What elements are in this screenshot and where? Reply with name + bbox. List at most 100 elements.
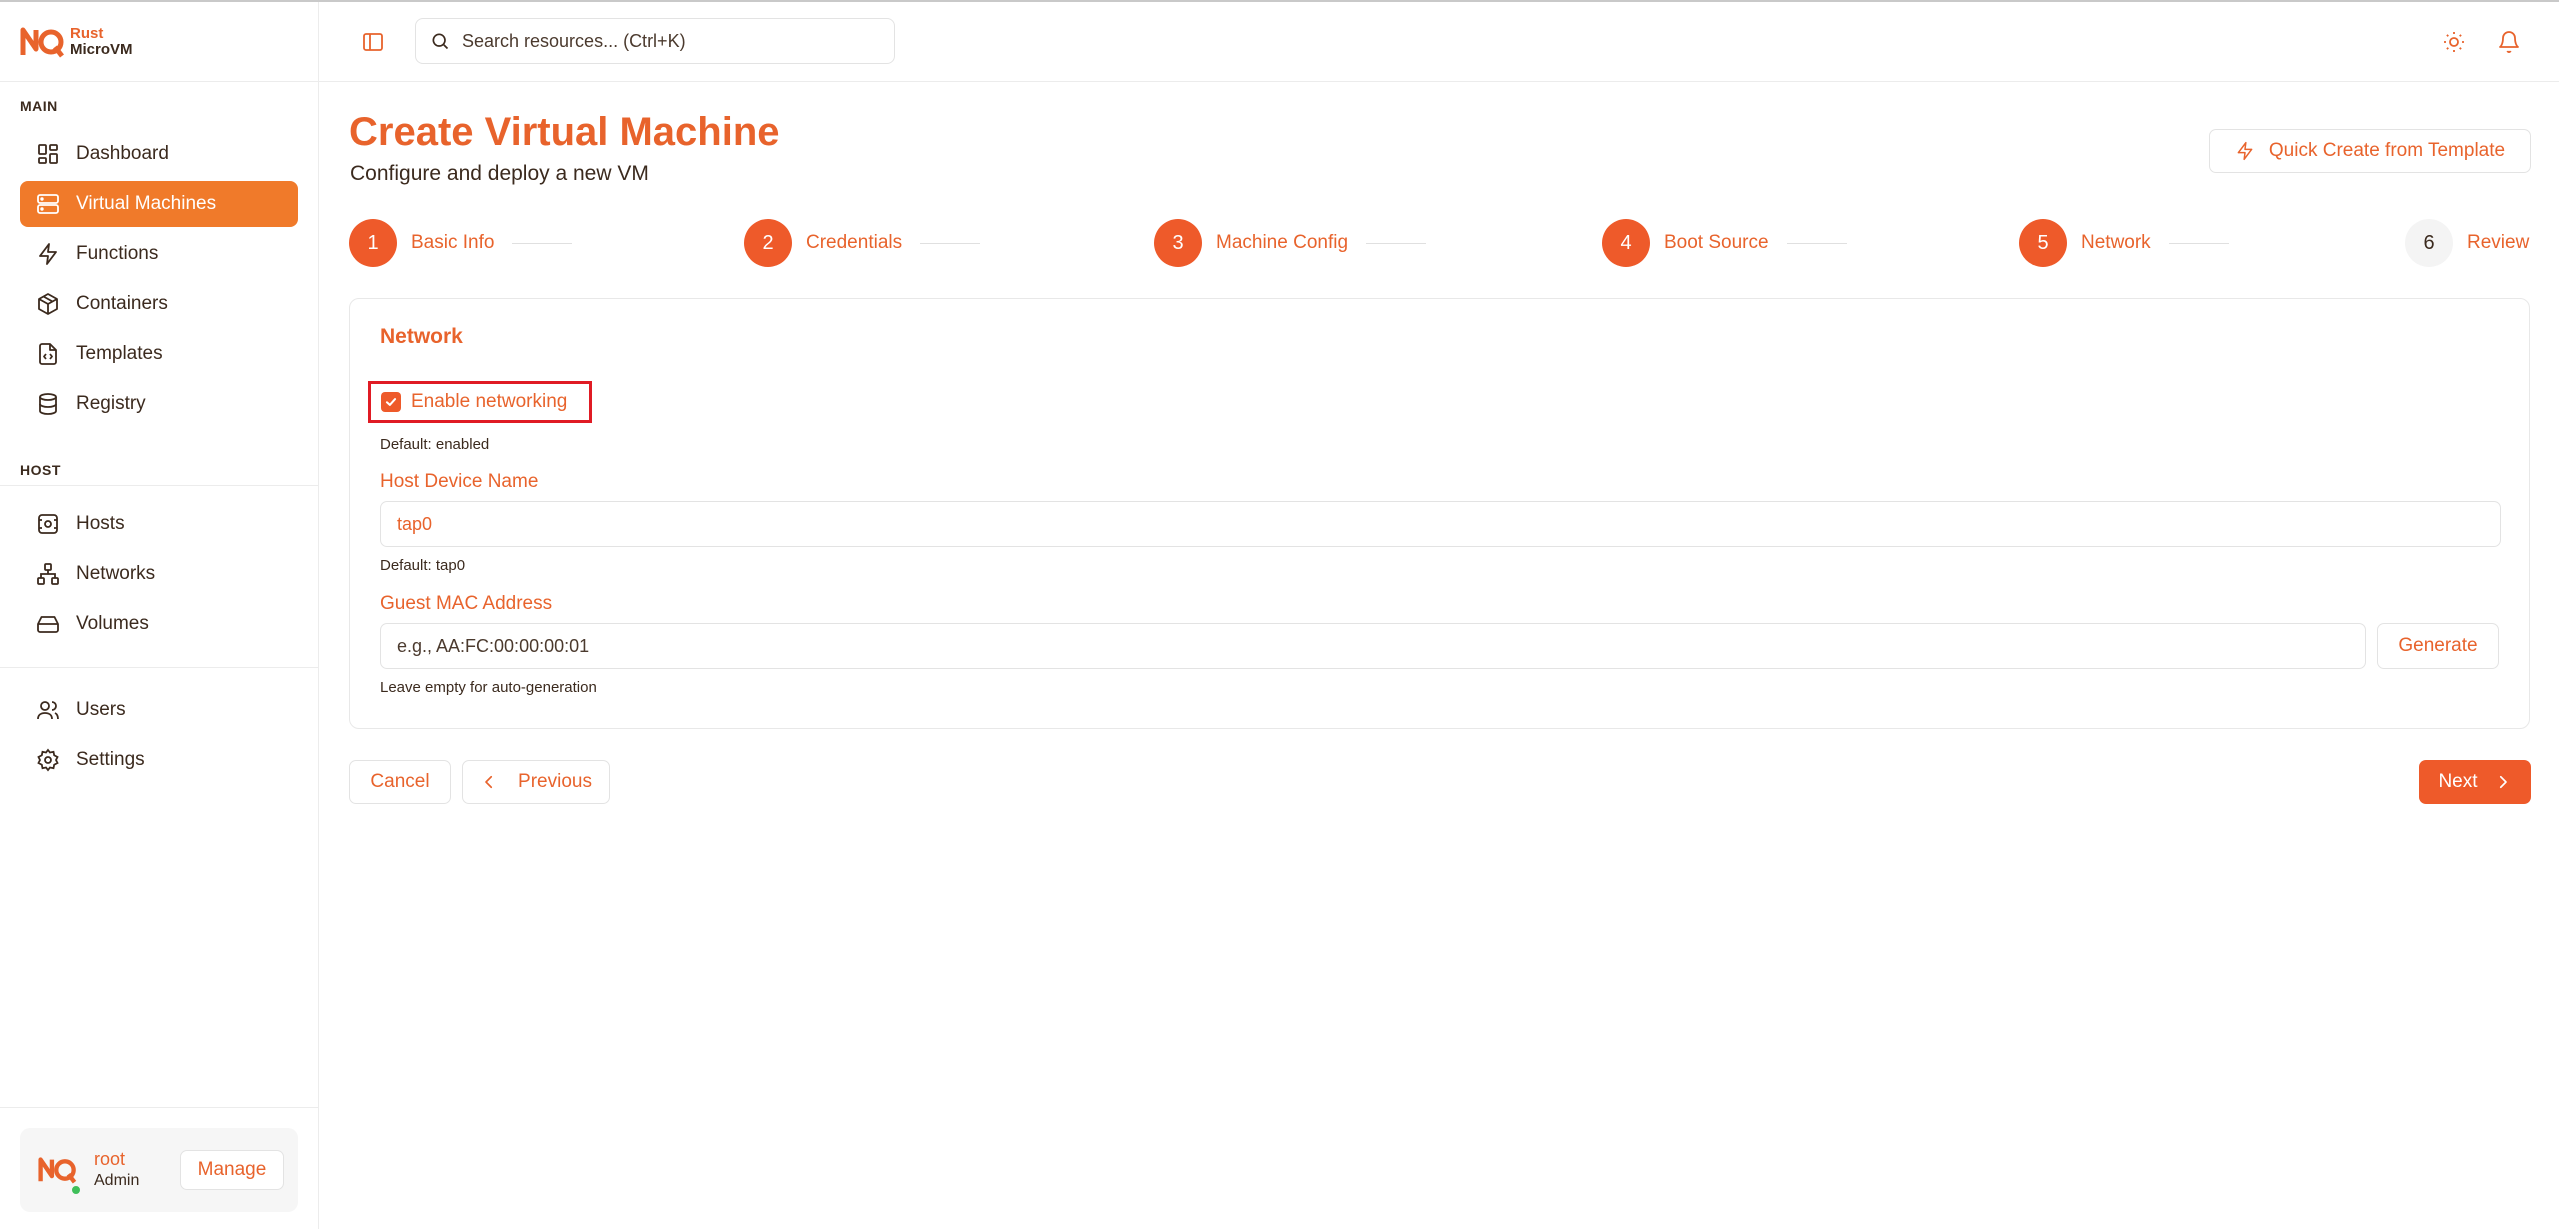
sidebar-item-label: Hosts: [76, 513, 125, 534]
step-number: 4: [1602, 219, 1650, 267]
sidebar-item-label: Dashboard: [76, 143, 169, 164]
step-label: Network: [2081, 232, 2151, 253]
quick-create-button[interactable]: Quick Create from Template: [2209, 129, 2531, 173]
sidebar-item-label: Functions: [76, 243, 159, 264]
step-machine-config[interactable]: 3 Machine Config: [1154, 218, 1427, 268]
user-card: root Admin Manage: [20, 1128, 298, 1212]
section-label-main: MAIN: [20, 98, 58, 114]
step-number: 3: [1154, 219, 1202, 267]
sidebar-item-label: Registry: [76, 393, 146, 414]
sidebar-item-label: Virtual Machines: [76, 193, 217, 214]
step-connector: [1786, 242, 1847, 244]
bolt-icon: [39, 243, 57, 265]
guest-mac-hint: Leave empty for auto-generation: [380, 679, 597, 696]
sidebar-item-functions[interactable]: Functions: [20, 231, 298, 277]
online-status-indicator: [70, 1184, 82, 1196]
sidebar-item-containers[interactable]: Containers: [20, 281, 298, 327]
checkbox-checked[interactable]: [381, 392, 401, 412]
step-connector: [920, 242, 981, 244]
step-label: Boot Source: [1664, 232, 1769, 253]
sidebar-item-virtual-machines[interactable]: Virtual Machines: [20, 181, 298, 227]
previous-button[interactable]: Previous: [462, 760, 610, 804]
guest-mac-input[interactable]: [380, 623, 2366, 669]
sidebar-divider: [0, 485, 319, 486]
step-connector: [512, 242, 573, 244]
topbar: Search resources... (Ctrl+K): [319, 2, 2559, 82]
step-review[interactable]: 6 Review: [2405, 218, 2529, 268]
sidebar-item-templates[interactable]: Templates: [20, 331, 298, 377]
next-label: Next: [2438, 771, 2478, 792]
generate-mac-button[interactable]: Generate: [2377, 623, 2499, 669]
sidebar-item-networks[interactable]: Networks: [20, 551, 298, 597]
step-boot-source[interactable]: 4 Boot Source: [1602, 218, 1847, 268]
sidebar-item-registry[interactable]: Registry: [20, 381, 298, 427]
search-bar[interactable]: Search resources... (Ctrl+K): [415, 18, 895, 64]
enable-networking-hint: Default: enabled: [380, 436, 490, 453]
logo-text: Rust MicroVM: [70, 24, 133, 58]
sidebar-item-label: Containers: [76, 293, 168, 314]
theme-toggle-icon[interactable]: [2442, 30, 2466, 54]
manage-button[interactable]: Manage: [180, 1150, 284, 1190]
guest-mac-label: Guest MAC Address: [380, 593, 553, 614]
step-number: 2: [744, 219, 792, 267]
sidebar-item-users[interactable]: Users: [20, 687, 298, 733]
sidebar: Rust MicroVM MAIN Dashboard Virtual Mach…: [0, 2, 319, 1229]
previous-label: Previous: [518, 771, 592, 792]
sidebar-item-dashboard[interactable]: Dashboard: [20, 131, 298, 177]
dashboard-icon: [38, 144, 58, 164]
drive-icon: [37, 616, 59, 633]
package-icon: [38, 293, 58, 315]
sidebar-item-label: Settings: [76, 749, 145, 770]
chevron-right-icon: [2499, 775, 2507, 789]
section-label-host: HOST: [20, 462, 61, 478]
sidebar-item-label: Templates: [76, 343, 163, 364]
host-device-hint: Default: tap0: [380, 557, 466, 574]
step-credentials[interactable]: 2 Credentials: [744, 218, 981, 268]
step-label: Machine Config: [1216, 232, 1349, 253]
section-title: Network: [380, 325, 463, 348]
main-content: Create Virtual Machine Configure and dep…: [319, 82, 2559, 1229]
sidebar-item-label: Networks: [76, 563, 156, 584]
step-connector: [1366, 242, 1427, 244]
sidebar-item-label: Users: [76, 699, 126, 720]
users-icon: [37, 701, 59, 720]
server-icon: [37, 194, 59, 214]
logo-area: Rust MicroVM: [0, 2, 318, 82]
step-network[interactable]: 5 Network: [2019, 218, 2229, 268]
step-label: Basic Info: [411, 232, 495, 253]
sidebar-item-label: Volumes: [76, 613, 149, 634]
step-number: 1: [349, 219, 397, 267]
enable-networking-checkbox[interactable]: Enable networking: [368, 381, 592, 423]
sidebar-item-settings[interactable]: Settings: [20, 737, 298, 783]
check-icon: [385, 398, 397, 406]
brand-logo[interactable]: Rust MicroVM: [20, 25, 133, 59]
page-title: Create Virtual Machine: [349, 110, 780, 154]
cancel-button[interactable]: Cancel: [349, 760, 451, 804]
user-logo-icon: [38, 1157, 77, 1184]
step-label: Credentials: [806, 232, 903, 253]
sidebar-item-volumes[interactable]: Volumes: [20, 601, 298, 647]
host-device-input[interactable]: [380, 501, 2501, 547]
enable-networking-label[interactable]: Enable networking: [411, 391, 567, 413]
database-icon: [39, 393, 57, 415]
step-number: 5: [2019, 219, 2067, 267]
sidebar-item-hosts[interactable]: Hosts: [20, 501, 298, 547]
step-basic-info[interactable]: 1 Basic Info: [349, 218, 573, 268]
step-label: Review: [2467, 232, 2530, 253]
brand-line-2: MicroVM: [70, 40, 133, 58]
next-button[interactable]: Next: [2419, 760, 2531, 804]
bell-icon[interactable]: [2497, 30, 2521, 54]
sidebar-divider: [0, 667, 319, 668]
network-icon: [37, 563, 59, 585]
sidebar-divider: [0, 1107, 319, 1108]
step-connector: [2168, 242, 2229, 244]
file-code-icon: [39, 343, 57, 365]
brand-line-1: Rust: [70, 24, 104, 42]
sidebar-toggle-icon[interactable]: [361, 30, 385, 54]
user-meta: root Admin: [94, 1148, 139, 1192]
page-subtitle: Configure and deploy a new VM: [350, 162, 649, 185]
user-name: root: [94, 1149, 126, 1169]
step-number: 6: [2405, 219, 2453, 267]
user-role: Admin: [94, 1172, 140, 1189]
chevron-left-icon: [485, 775, 493, 789]
